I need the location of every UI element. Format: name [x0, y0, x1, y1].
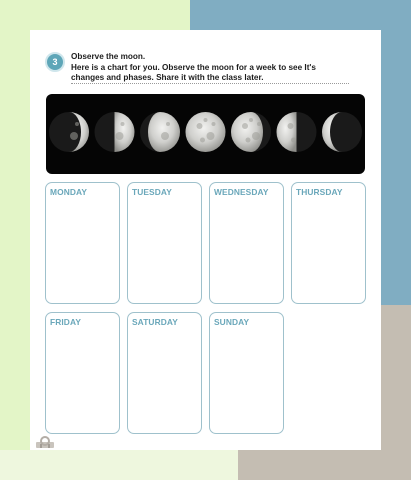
- moon-crater: [166, 122, 170, 126]
- moon-last-quarter: [276, 112, 317, 152]
- moon-waxing-crescent: [49, 112, 89, 152]
- day-label-monday: MONDAY: [50, 187, 88, 197]
- day-box-friday[interactable]: FRIDAY: [45, 312, 120, 434]
- moon-crater: [70, 132, 78, 140]
- day-label-saturday: SATURDAY: [132, 317, 178, 327]
- moon-crater: [245, 137, 251, 143]
- moon-phases-image: [49, 112, 362, 152]
- instruction-line-3: changes and phases. Share it with the cl…: [71, 73, 264, 82]
- day-box-sunday[interactable]: SUNDAY: [209, 312, 284, 434]
- day-label-tuesday: TUESDAY: [132, 187, 172, 197]
- moon-lit-region: [276, 112, 297, 152]
- moon-crater: [200, 137, 205, 143]
- moon-crater: [75, 122, 79, 126]
- moon-crater: [206, 132, 215, 140]
- day-box-saturday[interactable]: SATURDAY: [127, 312, 202, 434]
- moon-waxing-gibbous: [140, 112, 180, 152]
- moon-crater: [252, 132, 260, 140]
- day-label-friday: FRIDAY: [50, 317, 82, 327]
- instruction-line-2: Here is a chart for you. Observe the moo…: [71, 62, 316, 72]
- step-number-badge: 3: [45, 52, 65, 72]
- publisher-logo-icon: [36, 436, 54, 448]
- moon-crater: [249, 118, 253, 122]
- moon-full-moon: [185, 112, 226, 152]
- moon-crater: [257, 122, 261, 126]
- instruction-text: Observe the moon. Here is a chart for yo…: [71, 52, 361, 84]
- day-box-thursday[interactable]: THURSDAY: [291, 182, 366, 304]
- background-light-panel: [0, 450, 238, 480]
- worksheet-page: 3 Observe the moon. Here is a chart for …: [30, 30, 381, 450]
- moon-waning-crescent: [322, 112, 362, 152]
- day-box-wednesday[interactable]: WEDNESDAY: [209, 182, 284, 304]
- dotted-divider: [71, 83, 349, 84]
- moon-crater: [291, 137, 296, 143]
- moon-lit-region: [148, 112, 180, 152]
- moon-crater: [196, 123, 203, 129]
- moon-lit-region: [231, 112, 263, 152]
- moon-crater: [242, 123, 248, 129]
- moon-phases-chart: [46, 94, 365, 174]
- moon-crater: [161, 132, 169, 140]
- moon-crater: [203, 118, 208, 122]
- moon-crater: [115, 132, 124, 140]
- moon-lit-region: [114, 112, 135, 152]
- day-label-thursday: THURSDAY: [296, 187, 343, 197]
- day-label-sunday: SUNDAY: [214, 317, 250, 327]
- day-box-tuesday[interactable]: TUESDAY: [127, 182, 202, 304]
- day-box-monday[interactable]: MONDAY: [45, 182, 120, 304]
- moon-crater: [211, 122, 216, 126]
- instruction-line-1: Observe the moon.: [71, 52, 146, 61]
- moon-crater: [120, 122, 125, 126]
- moon-first-quarter: [94, 112, 135, 152]
- moon-crater: [287, 123, 294, 129]
- day-label-wednesday: WEDNESDAY: [214, 187, 269, 197]
- moon-waning-gibbous: [231, 112, 271, 152]
